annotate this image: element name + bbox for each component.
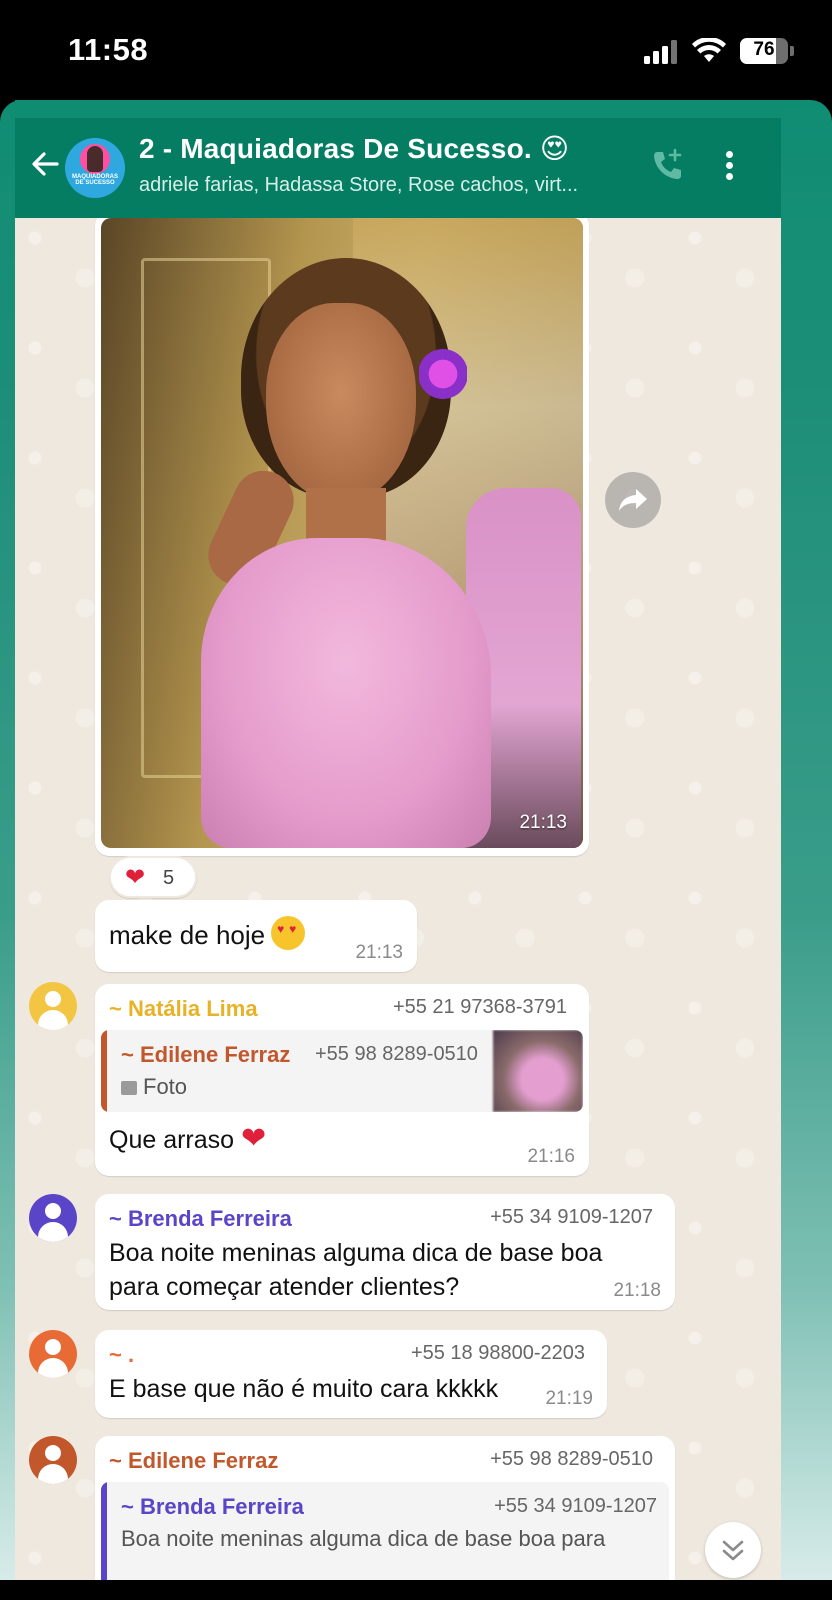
shared-photo[interactable]: 21:13 (101, 218, 583, 848)
status-time: 11:58 (68, 32, 149, 67)
message-time: 21:18 (613, 1280, 661, 1301)
battery-icon: 76 (740, 38, 788, 64)
sender-avatar[interactable] (29, 1330, 77, 1378)
sender-name[interactable]: ~ Natália Lima (109, 996, 258, 1022)
back-arrow-icon[interactable] (27, 146, 63, 182)
quoted-thumbnail (493, 1030, 583, 1112)
message-time: 21:13 (519, 812, 567, 833)
sender-name[interactable]: ~ Brenda Ferreira (109, 1206, 292, 1232)
message-bubble[interactable]: ~ Natália Lima +55 21 97368-3791 ~ Edile… (95, 984, 589, 1176)
add-call-icon[interactable] (649, 146, 687, 184)
message-text: Que arraso (109, 1126, 235, 1154)
photo-icon (121, 1081, 137, 1095)
quoted-message[interactable]: ~ Brenda Ferreira +55 34 9109-1207 Boa n… (101, 1482, 669, 1580)
quoted-phone: +55 98 8289-0510 (315, 1043, 478, 1065)
forward-icon (619, 489, 647, 511)
signal-icon (644, 40, 680, 64)
message-time: 21:19 (545, 1388, 593, 1409)
message-bubble[interactable]: ~ . +55 18 98800-2203 E base que não é m… (95, 1330, 607, 1418)
message-text: E base que não é muito cara kkkkk (109, 1375, 499, 1403)
battery-level: 76 (753, 39, 775, 60)
quoted-message[interactable]: ~ Edilene Ferraz +55 98 8289-0510 Foto (101, 1030, 583, 1112)
message-bubble[interactable]: make de hoje 21:13 (95, 900, 417, 972)
group-avatar-text: MAQUIADORAS DE SUCESSO (72, 174, 118, 187)
heart-icon: ❤ (125, 864, 146, 891)
message-bubble[interactable]: ~ Edilene Ferraz +55 98 8289-0510 ~ Bren… (95, 1436, 675, 1580)
double-chevron-down-icon (722, 1540, 744, 1561)
group-name[interactable]: 2 - Maquiadoras De Sucesso. 😍 (139, 132, 569, 165)
quoted-phone: +55 34 9109-1207 (494, 1495, 657, 1517)
quoted-sender: ~ Edilene Ferraz (121, 1042, 291, 1067)
reaction-badge[interactable]: ❤ 5 (109, 856, 197, 898)
sender-phone: +55 21 97368-3791 (392, 996, 567, 1018)
more-options-icon[interactable] (719, 148, 739, 184)
photo-message[interactable]: 21:13 (95, 218, 589, 856)
sender-phone: +55 18 98800-2203 (410, 1342, 585, 1364)
sender-phone: +55 98 8289-0510 (490, 1448, 653, 1470)
message-bubble[interactable]: ~ Brenda Ferreira +55 34 9109-1207 Boa n… (95, 1194, 675, 1310)
heart-eyes-emoji-icon (271, 916, 306, 950)
reaction-count: 5 (163, 867, 175, 889)
sender-avatar[interactable] (29, 982, 77, 1030)
wifi-icon (692, 38, 726, 62)
message-time: 21:16 (527, 1146, 575, 1167)
message-text: make de hoje (109, 920, 266, 950)
message-text: Boa noite meninas alguma dica de base bo… (109, 1239, 603, 1301)
chat-header: MAQUIADORAS DE SUCESSO 2 - Maquiadoras D… (15, 118, 781, 218)
sender-phone: +55 34 9109-1207 (490, 1206, 653, 1228)
sender-avatar[interactable] (29, 1194, 77, 1242)
group-avatar[interactable]: MAQUIADORAS DE SUCESSO (65, 138, 125, 198)
quoted-sender: ~ Brenda Ferreira (121, 1494, 304, 1519)
quoted-text: Boa noite meninas alguma dica de base bo… (121, 1526, 606, 1551)
forward-button[interactable] (605, 472, 661, 528)
scroll-to-bottom-button[interactable] (705, 1522, 761, 1578)
sender-avatar[interactable] (29, 1436, 77, 1484)
sender-name[interactable]: ~ . (109, 1342, 134, 1368)
sender-name[interactable]: ~ Edilene Ferraz (109, 1448, 278, 1474)
heart-icon: ❤ (241, 1122, 267, 1155)
chat-area[interactable]: 21:13 ❤ 5 make de hoje 21:13 ~ Natália L… (15, 218, 781, 1580)
group-participants[interactable]: adriele farias, Hadassa Store, Rose cach… (139, 174, 578, 197)
ios-status-bar: 11:58 76 (0, 0, 832, 100)
message-time: 21:13 (355, 942, 403, 963)
quoted-text: Foto (143, 1074, 188, 1099)
